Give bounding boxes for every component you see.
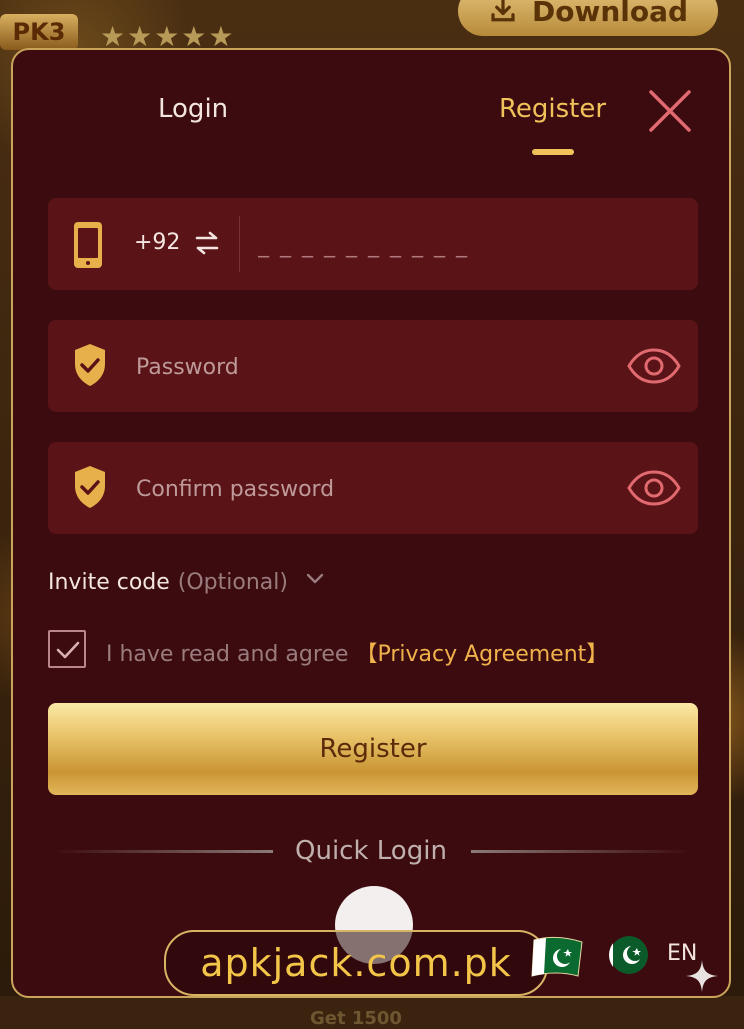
divider-right [471,850,691,853]
tab-register[interactable]: Register [499,94,606,124]
confirm-password-input[interactable] [134,466,608,512]
download-icon [491,0,515,22]
confirm-password-field [48,442,698,534]
divider-left [53,850,273,853]
agreement-text: I have read and agree [106,642,349,667]
watermark-text: apkjack.com.pk [200,941,512,985]
active-tab-indicator [532,149,574,155]
invite-code-label: Invite code [48,570,170,595]
shield-check-icon [75,344,105,386]
close-icon[interactable] [647,88,693,134]
auth-modal: Login Register +92 _ _ _ _ _ _ _ _ _ _ I… [11,48,731,998]
invite-code-optional: (Optional) [177,570,288,595]
privacy-agreement-link[interactable]: 【Privacy Agreement】 [355,642,608,667]
invite-code-toggle[interactable]: Invite code (Optional) [48,570,324,595]
field-divider [239,216,240,272]
phone-field: +92 [48,198,698,290]
register-button[interactable]: Register [48,703,698,795]
download-label: Download [531,0,689,28]
download-button[interactable]: Download [458,0,718,36]
eye-icon[interactable] [626,348,682,384]
bottom-bar-text: Get 1500 [310,1008,402,1029]
phone-icon [74,222,102,268]
agreement-text-line: I have read and agree 【Privacy Agreement… [106,636,608,668]
eye-icon[interactable] [626,470,682,506]
pakistan-flag-icon [531,936,583,977]
sparkle-icon [686,960,718,992]
quick-login-label: Quick Login [295,836,447,866]
watermark-banner: apkjack.com.pk [164,930,548,996]
phone-input[interactable] [256,222,680,268]
agree-checkbox[interactable] [48,630,86,668]
app-badge: PK3 [0,14,78,50]
tab-login[interactable]: Login [158,94,228,124]
swap-arrows-icon[interactable] [194,230,220,256]
password-input[interactable] [134,344,608,390]
pakistan-flag-icon[interactable] [609,935,649,975]
chevron-down-icon [306,573,324,584]
country-code[interactable]: +92 [134,230,180,255]
shield-check-icon [75,466,105,508]
password-field [48,320,698,412]
check-icon [56,641,80,659]
